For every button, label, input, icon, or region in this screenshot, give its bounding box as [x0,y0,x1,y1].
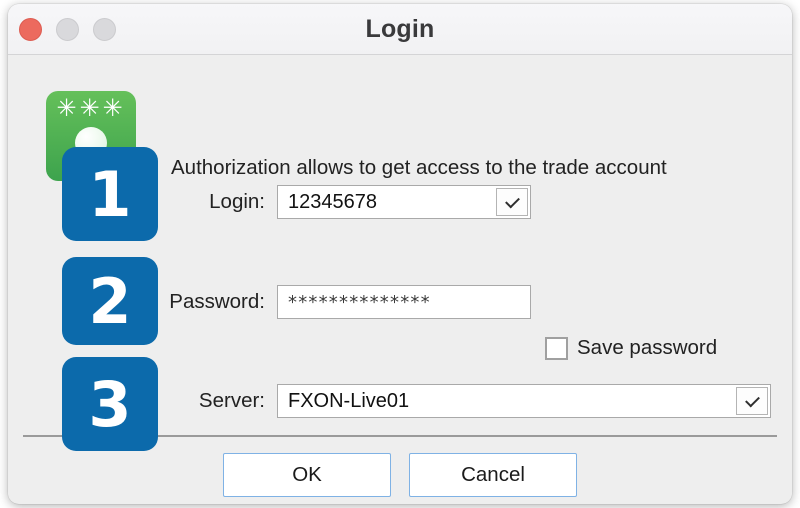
step-badge-2: 2 [62,257,158,345]
login-label: Login: [209,190,265,213]
password-input-wrapper[interactable]: ************** [277,285,531,319]
server-row: Server: FXON-Live01 [160,384,771,418]
title-bar: Login [8,4,792,55]
login-dialog-window: Login ✳✳✳ Authorization allows to get ac… [8,4,792,504]
save-password-row[interactable]: Save password [545,336,717,360]
server-label: Server: [198,389,265,412]
window-title: Login [365,15,435,43]
login-combobox[interactable]: 12345678 [277,185,531,219]
server-combobox[interactable]: FXON-Live01 [277,384,771,418]
chevron-down-icon [744,392,760,407]
save-password-checkbox[interactable] [545,336,568,360]
step-badge-3: 3 [62,357,158,451]
password-row: Password: ************** [138,285,531,319]
cancel-button[interactable]: Cancel [409,453,577,497]
chevron-down-icon [504,193,520,208]
server-dropdown-button[interactable] [736,387,768,415]
server-input[interactable]: FXON-Live01 [278,390,409,413]
asterisks-glyph: ✳✳✳ [56,94,126,122]
dialog-footer: OK Cancel [8,453,792,497]
dialog-headline: Authorization allows to get access to th… [171,156,667,179]
login-dropdown-button[interactable] [496,188,528,216]
login-input[interactable]: 12345678 [278,191,377,214]
ok-button[interactable]: OK [223,453,391,497]
password-input[interactable]: ************** [278,292,431,313]
save-password-label: Save password [577,336,718,359]
step-badge-1: 1 [62,147,158,241]
dialog-body: ✳✳✳ Authorization allows to get access t… [8,55,792,503]
login-row: Login: 12345678 [173,185,531,219]
